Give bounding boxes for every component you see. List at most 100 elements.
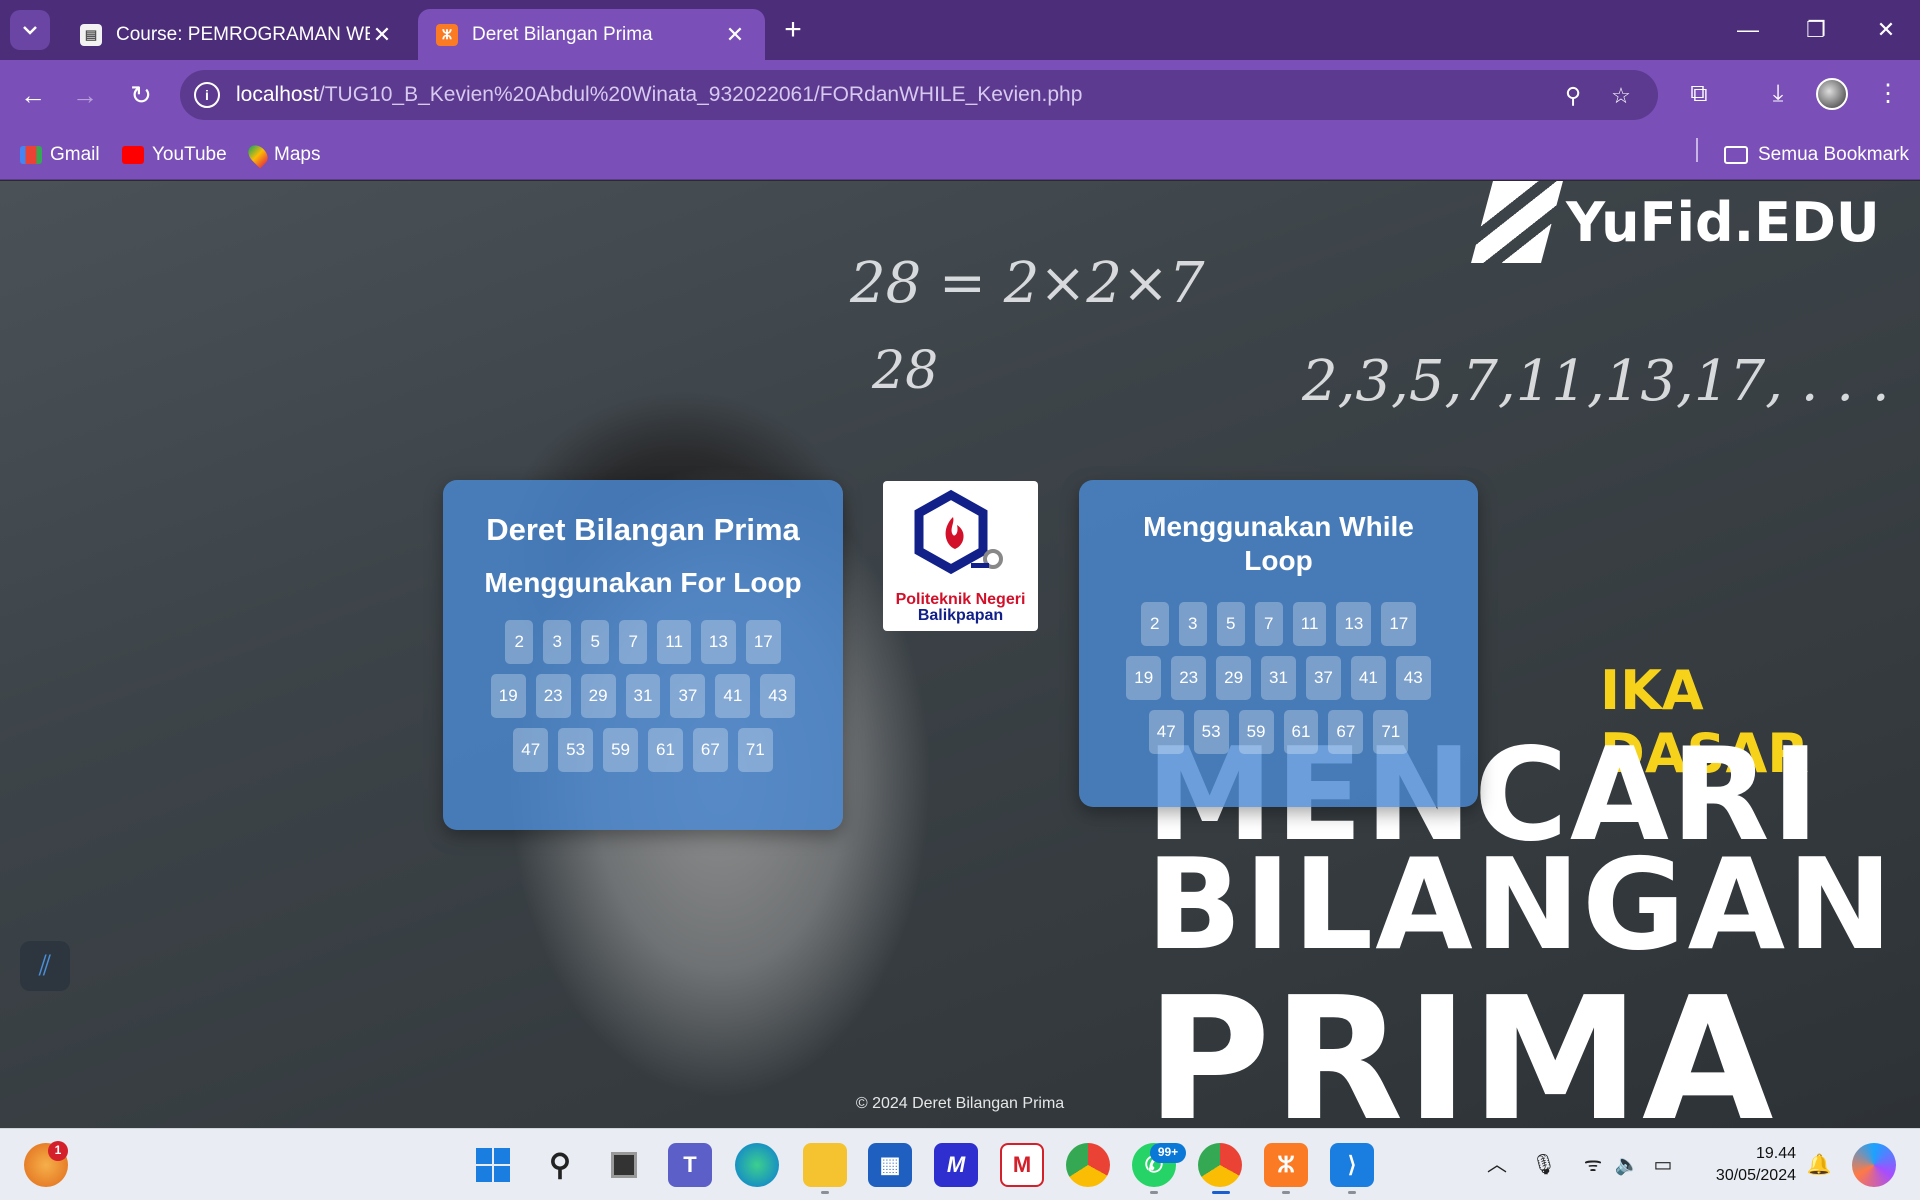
prime-number: 59 (1238, 710, 1274, 754)
back-button[interactable]: ← (14, 76, 52, 114)
bookmark-star-icon[interactable]: ☆ (1608, 83, 1634, 109)
running-indicator (1150, 1191, 1158, 1194)
prime-number: 71 (737, 728, 773, 772)
politeknik-logo: Politeknik Negeri Balikpapan (883, 481, 1038, 631)
tab-search-button[interactable] (10, 10, 50, 50)
minimize-button[interactable]: — (1718, 8, 1778, 52)
menu-icon[interactable]: ⋮ (1870, 76, 1906, 112)
prime-number: 7 (619, 620, 648, 664)
extensions-icon[interactable]: ⧉ (1681, 76, 1717, 112)
close-icon[interactable]: ✕ (370, 22, 394, 48)
for-row-1: 2 3 5 7 11 13 17 (443, 620, 843, 664)
task-view-icon[interactable] (602, 1143, 646, 1187)
close-icon[interactable]: ✕ (723, 22, 747, 48)
youtube-icon (122, 146, 144, 164)
chalk-equation: 28 = 2×2×7 (850, 251, 1205, 316)
prime-number: 67 (1328, 710, 1364, 754)
gmail-icon (20, 146, 42, 164)
chevron-down-icon (23, 26, 37, 35)
while-card-title: Menggunakan While Loop (1143, 511, 1414, 576)
for-card-subtitle: Menggunakan For Loop (484, 567, 802, 598)
windows-logo-icon (476, 1148, 510, 1182)
microphone-icon[interactable]: 🎙 (1530, 1149, 1558, 1181)
teams-icon[interactable]: T (668, 1143, 712, 1187)
prime-number: 61 (1283, 710, 1319, 754)
forward-button[interactable]: → (66, 76, 104, 114)
volume-icon[interactable]: 🔈 (1612, 1149, 1642, 1181)
running-indicator (821, 1191, 829, 1194)
while-loop-card: Menggunakan While Loop 2 3 5 7 11 13 17 … (1079, 480, 1478, 807)
copilot-icon[interactable] (1852, 1143, 1896, 1187)
bookmark-youtube[interactable]: YouTube (122, 142, 227, 168)
prime-number: 7 (1254, 602, 1283, 646)
prime-number: 43 (760, 674, 796, 718)
bookmark-label: YouTube (152, 144, 227, 165)
for-card-title: Deret Bilangan Prima (486, 512, 800, 547)
tab-course[interactable]: ▤ Course: PEMROGRAMAN WEB ✕ (62, 9, 412, 60)
edge-icon[interactable] (735, 1143, 779, 1187)
yufid-mark-icon (1471, 181, 1563, 263)
mcafee-icon[interactable]: M (1000, 1143, 1044, 1187)
wifi-icon[interactable]: ᯤ (1578, 1149, 1608, 1181)
chrome-icon[interactable] (1066, 1143, 1110, 1187)
while-row-3: 47 53 59 61 67 71 (1079, 710, 1478, 754)
url-path: /TUG10_B_Kevien%20Abdul%20Winata_9320220… (318, 83, 1083, 106)
prime-number: 19 (1126, 656, 1162, 700)
prime-number: 5 (1216, 602, 1245, 646)
prime-number: 3 (543, 620, 572, 664)
vscode-icon[interactable]: ⟩ (1330, 1143, 1374, 1187)
zoom-icon[interactable]: ⚲ (1560, 83, 1586, 109)
prime-number: 3 (1178, 602, 1207, 646)
download-icon[interactable]: ⤓ (1760, 76, 1796, 112)
prime-number: 53 (1193, 710, 1229, 754)
new-tab-button[interactable]: + (776, 14, 810, 48)
restore-button[interactable]: ❐ (1786, 8, 1846, 52)
browser-toolbar: ← → ↻ i localhost/TUG10_B_Kevien%20Abdul… (0, 60, 1920, 130)
prime-number: 17 (745, 620, 781, 664)
poster-line-2: BILANGAN (1146, 831, 1895, 978)
all-bookmarks-label: Semua Bookmark (1758, 144, 1910, 165)
app-m-icon[interactable]: M (934, 1143, 978, 1187)
chevron-up-icon[interactable]: ︿ (1484, 1149, 1510, 1181)
search-icon[interactable]: ⚲ (538, 1143, 582, 1187)
prime-number: 19 (490, 674, 526, 718)
slash-icon: ⫽ (38, 950, 52, 981)
xampp-favicon-icon: ⵣ (436, 23, 458, 46)
prime-number: 13 (1336, 602, 1372, 646)
prime-number: 53 (558, 728, 594, 772)
store-icon[interactable]: ▦ (868, 1143, 912, 1187)
bookmark-gmail[interactable]: Gmail (20, 142, 100, 168)
start-button[interactable] (471, 1143, 515, 1187)
window-close-button[interactable]: ✕ (1856, 8, 1916, 52)
chrome-profile-icon[interactable] (1198, 1143, 1242, 1187)
address-bar[interactable]: i localhost/TUG10_B_Kevien%20Abdul%20Win… (180, 70, 1658, 120)
prime-number: 47 (1148, 710, 1184, 754)
reload-button[interactable]: ↻ (122, 76, 160, 114)
prime-number: 41 (715, 674, 751, 718)
bookmark-maps[interactable]: Maps (244, 141, 320, 169)
notification-bell-icon[interactable]: 🔔 (1804, 1149, 1834, 1181)
side-widget-button[interactable]: ⫽ (20, 941, 70, 991)
profile-avatar[interactable] (1816, 78, 1848, 110)
brand-text: YuFid.EDU (1566, 190, 1880, 254)
prime-number: 2 (1140, 602, 1169, 646)
clock[interactable]: 19.44 30/05/2024 (1700, 1143, 1796, 1187)
battery-icon[interactable]: ▭ (1648, 1149, 1678, 1181)
prime-number: 47 (513, 728, 549, 772)
tab-title: Deret Bilangan Prima (472, 23, 653, 45)
prime-number: 37 (1305, 656, 1341, 700)
running-indicator (1282, 1191, 1290, 1194)
tab-deret-bilangan-prima[interactable]: ⵣ Deret Bilangan Prima ✕ (418, 9, 765, 60)
active-indicator (1212, 1191, 1230, 1194)
bookmark-label: Gmail (50, 144, 100, 165)
all-bookmarks[interactable]: Semua Bookmark (1724, 142, 1909, 168)
yufid-logo: YuFid.EDU (1471, 181, 1880, 263)
prime-number: 23 (535, 674, 571, 718)
notification-badge: 1 (48, 1141, 68, 1161)
xampp-icon[interactable]: ⵣ (1264, 1143, 1308, 1187)
maps-icon (244, 141, 272, 169)
file-explorer-icon[interactable] (803, 1143, 847, 1187)
prime-number: 71 (1373, 710, 1409, 754)
prime-number: 31 (1261, 656, 1296, 700)
site-info-icon[interactable]: i (194, 82, 220, 108)
